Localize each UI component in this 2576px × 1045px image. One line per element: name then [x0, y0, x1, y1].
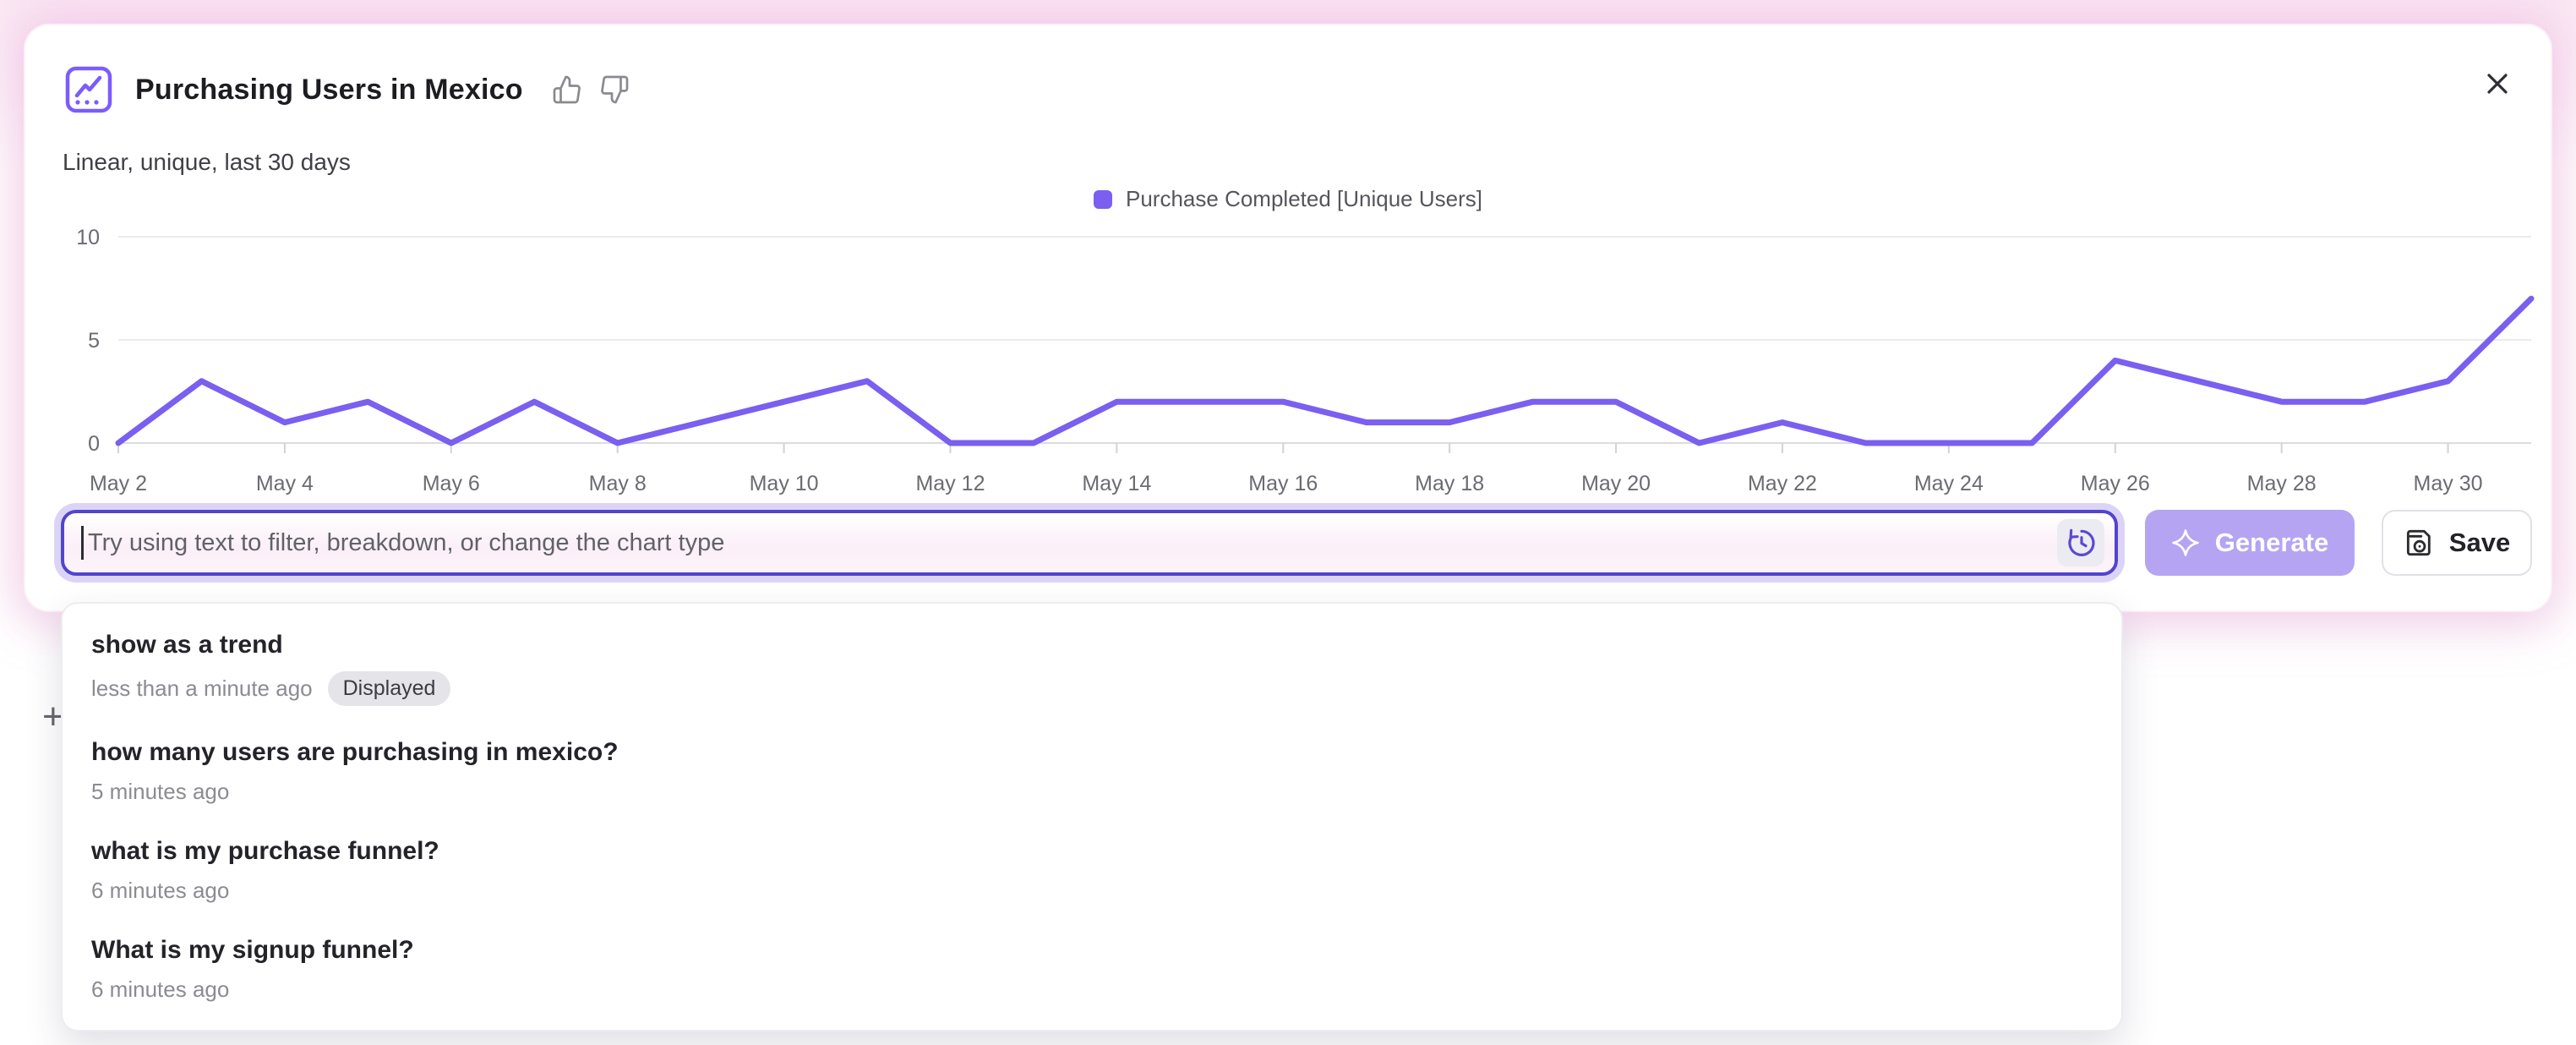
svg-text:May 14: May 14 [1082, 472, 1151, 495]
feedback-buttons [552, 74, 630, 105]
line-chart: 0 5 10 May 2 May 4 May 6 May 8 May 10 May 12 May … [25, 203, 2551, 516]
svg-text:May 26: May 26 [2081, 472, 2150, 495]
page-title: Purchasing Users in Mexico [135, 74, 523, 107]
svg-text:May 8: May 8 [589, 472, 647, 495]
svg-text:May 18: May 18 [1415, 472, 1484, 495]
svg-text:10: 10 [76, 226, 100, 249]
ai-prompt-input[interactable] [85, 529, 2057, 557]
sparkle-icon [2171, 528, 2200, 557]
history-item[interactable]: how many users are purchasing in mexico?… [63, 721, 2121, 820]
history-item-time: 5 minutes ago [91, 779, 229, 805]
history-item-time: 6 minutes ago [91, 977, 229, 1003]
svg-text:May 30: May 30 [2414, 472, 2483, 495]
generate-button[interactable]: Generate [2145, 510, 2355, 576]
ai-prompt-input-wrap [61, 510, 2118, 576]
ai-chart-panel-page: Purchasing Users in Mexico Linear, uniqu… [0, 0, 2576, 1045]
chart-subtitle: Linear, unique, last 30 days [63, 149, 351, 176]
history-item[interactable]: What is my signup funnel? 6 minutes ago [63, 919, 2121, 1018]
thumbs-up-button[interactable] [552, 74, 582, 105]
svg-text:May 22: May 22 [1748, 472, 1817, 495]
generate-label: Generate [2215, 528, 2328, 558]
history-icon [2064, 526, 2098, 560]
text-caret [81, 526, 84, 560]
svg-text:May 20: May 20 [1581, 472, 1651, 495]
history-button[interactable] [2057, 519, 2104, 566]
svg-text:May 24: May 24 [1914, 472, 1984, 495]
svg-text:May 12: May 12 [915, 472, 985, 495]
save-label: Save [2449, 528, 2510, 558]
history-item-time: less than a minute ago [91, 676, 313, 702]
svg-text:5: 5 [88, 329, 100, 353]
svg-text:May 2: May 2 [90, 472, 147, 495]
close-icon [2484, 70, 2511, 97]
svg-text:0: 0 [88, 432, 100, 456]
svg-text:May 6: May 6 [423, 472, 480, 495]
svg-text:May 4: May 4 [256, 472, 314, 495]
save-button[interactable]: Save [2382, 510, 2532, 576]
history-item[interactable]: what is my purchase funnel? 6 minutes ag… [63, 820, 2121, 919]
prompt-row: Generate Save [61, 510, 2532, 576]
svg-text:May 10: May 10 [750, 472, 819, 495]
line-chart-icon [64, 65, 113, 114]
history-dropdown: show as a trend less than a minute ago D… [61, 602, 2123, 1031]
history-item[interactable]: show as a trend less than a minute ago D… [63, 614, 2121, 721]
chart-card: Purchasing Users in Mexico Linear, uniqu… [25, 25, 2551, 610]
displayed-badge: Displayed [328, 671, 451, 706]
save-icon [2404, 527, 2436, 559]
history-item-time: 6 minutes ago [91, 878, 229, 904]
close-button[interactable] [2475, 61, 2520, 107]
thumbs-up-icon [552, 74, 582, 105]
thumbs-down-icon [599, 74, 630, 105]
svg-text:May 16: May 16 [1248, 472, 1318, 495]
chart-header: Purchasing Users in Mexico [64, 63, 630, 117]
svg-text:May 28: May 28 [2247, 472, 2317, 495]
thumbs-down-button[interactable] [599, 74, 630, 105]
